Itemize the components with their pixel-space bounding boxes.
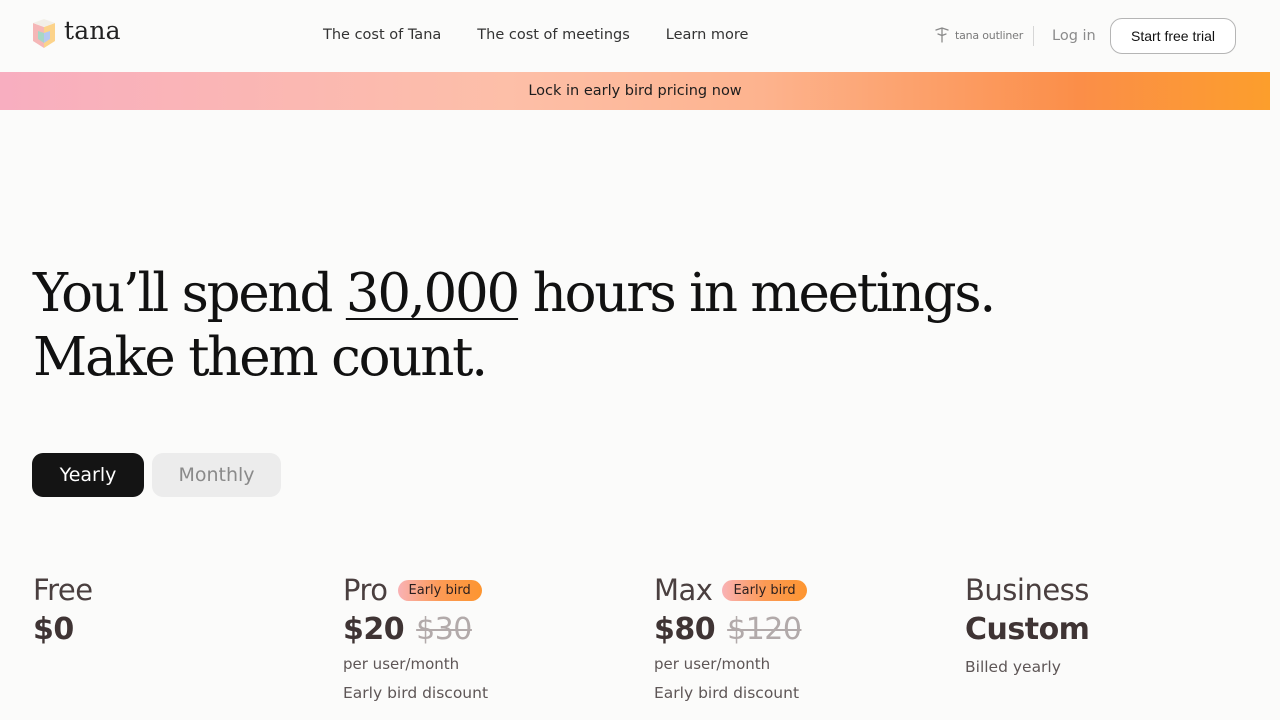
billing-toggle-monthly[interactable]: Monthly <box>152 453 281 497</box>
headline-line-2: Make them count. <box>33 327 488 388</box>
early-bird-banner[interactable]: Lock in early bird pricing now <box>0 72 1270 110</box>
plan-card-free: Free $0 <box>33 572 93 647</box>
headline-prefix: You’ll spend <box>33 263 346 324</box>
plan-note: Billed yearly <box>965 658 1061 676</box>
plan-header: Business <box>965 572 1089 608</box>
price-row: $80 $120 <box>654 612 807 647</box>
plan-price: $0 <box>33 612 74 647</box>
price-unit: per user/month <box>343 655 460 673</box>
nav-link-cost-of-meetings[interactable]: The cost of meetings <box>477 27 629 43</box>
early-bird-badge: Early bird <box>722 579 807 601</box>
plan-original-price: $30 <box>416 612 472 647</box>
price-row: $20 $30 <box>343 612 488 647</box>
price-unit: per user/month <box>654 655 771 673</box>
brand-logo[interactable]: tana <box>32 15 121 50</box>
plan-card-max: Max Early bird $80 $120 per user/month E… <box>654 572 807 702</box>
plan-price: $80 <box>654 612 716 647</box>
nav-divider <box>1033 26 1034 46</box>
plan-name: Business <box>965 573 1089 607</box>
plan-header: Free <box>33 572 93 608</box>
plan-card-business: Business Custom Billed yearly <box>965 572 1090 676</box>
hero-headline: You’ll spend 30,000 hours in meetings. M… <box>33 262 996 390</box>
brand-name: tana <box>64 15 121 45</box>
plan-price: $20 <box>343 612 405 647</box>
plan-name: Free <box>33 573 93 607</box>
primary-nav: The cost of Tana The cost of meetings Le… <box>323 27 748 43</box>
nav-link-cost-of-tana[interactable]: The cost of Tana <box>323 27 441 43</box>
nav-link-learn-more[interactable]: Learn more <box>666 27 749 43</box>
price-row: $0 <box>33 612 93 647</box>
plan-header: Pro Early bird <box>343 572 488 608</box>
price-row: Custom <box>965 612 1090 647</box>
plan-name: Max <box>654 573 713 607</box>
top-navigation: tana The cost of Tana The cost of meetin… <box>0 0 1280 72</box>
start-free-trial-button[interactable]: Start free trial <box>1110 18 1236 54</box>
plan-note: Early bird discount <box>654 684 800 702</box>
billing-toggle-yearly[interactable]: Yearly <box>32 453 144 497</box>
plan-price: Custom <box>965 612 1090 647</box>
plan-note: Early bird discount <box>343 684 489 702</box>
login-link[interactable]: Log in <box>1052 28 1096 44</box>
outliner-logo-icon <box>935 27 949 43</box>
early-bird-badge: Early bird <box>397 579 482 601</box>
outliner-label: tana outliner <box>955 28 1024 42</box>
plan-name: Pro <box>343 573 388 607</box>
plan-card-pro: Pro Early bird $20 $30 per user/month Ea… <box>343 572 488 702</box>
plan-original-price: $120 <box>727 612 802 647</box>
tana-outliner-link[interactable]: tana outliner <box>933 26 1023 44</box>
tana-logo-icon <box>33 19 55 48</box>
hours-highlight: 30,000 <box>345 263 520 324</box>
banner-text: Lock in early bird pricing now <box>528 83 742 99</box>
plan-header: Max Early bird <box>654 572 807 608</box>
headline-suffix: hours in meetings. <box>518 263 996 324</box>
